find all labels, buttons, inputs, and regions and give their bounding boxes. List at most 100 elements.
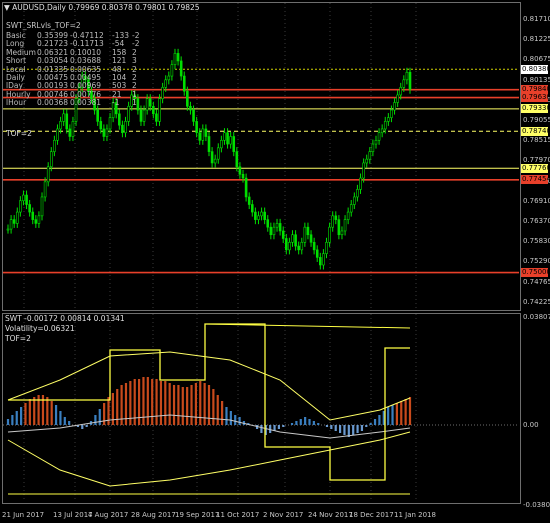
candle-body xyxy=(356,189,359,198)
price-tick-label: 0.75830 xyxy=(523,237,550,246)
candle-body xyxy=(108,117,112,130)
candle-body xyxy=(380,128,384,134)
levels-table: Basic 0.35399 -0.47112 -133 -2 Long 0.21723 -0.… xyxy=(6,31,142,108)
candle-body xyxy=(288,241,291,251)
time-tick-label: 21 Jun 2017 xyxy=(2,511,45,519)
candle-body xyxy=(328,226,331,243)
candle-body xyxy=(405,71,409,81)
candle-body xyxy=(46,166,50,183)
candle-body xyxy=(247,196,251,205)
candle-body xyxy=(204,128,208,137)
candle-body xyxy=(25,194,28,205)
candle-body xyxy=(393,102,396,111)
candle-body xyxy=(294,234,297,247)
candle-body xyxy=(325,241,328,254)
candle-body xyxy=(9,219,13,230)
price-level-box: 0.78740 xyxy=(521,126,550,136)
candle-body xyxy=(306,226,310,236)
candle-body xyxy=(198,132,202,141)
candle-body xyxy=(40,196,44,217)
levels-cell-d: 1 xyxy=(132,98,137,108)
candle-body xyxy=(223,132,226,141)
time-tick-label: 28 Aug 2017 xyxy=(131,511,176,519)
candle-body xyxy=(396,94,399,103)
time-tick-label: 13 Jul 2017 xyxy=(53,511,93,519)
candle-body xyxy=(127,105,130,122)
candle-body xyxy=(232,136,236,152)
candle-body xyxy=(374,139,378,145)
levels-cell-a: 0.00368 xyxy=(37,98,69,108)
price-tick-label: 0.79055 xyxy=(523,116,550,124)
candle-body xyxy=(195,121,198,134)
oscillator-band-lower xyxy=(7,431,411,487)
candle-body xyxy=(275,223,279,228)
candle-body xyxy=(207,136,211,152)
candle-body xyxy=(65,113,69,130)
candle-body xyxy=(161,87,164,100)
price-tick-label: 0.76910 xyxy=(523,196,550,205)
candle-body xyxy=(241,173,245,179)
candle-body xyxy=(59,121,62,130)
price-level-box: 0.79330 xyxy=(521,104,550,114)
candle-body xyxy=(62,113,65,122)
price-level-box: 0.77760 xyxy=(521,163,550,173)
candle-body xyxy=(408,71,412,90)
oscillator-title: SWT -0.00172 0.00814 0.01341 xyxy=(5,314,125,323)
indicator-title: SWT_SRLvls_TOF=2 xyxy=(6,21,81,30)
price-tick-label: 0.75290 xyxy=(523,257,550,266)
time-tick-label: 2 Nov 2017 xyxy=(263,511,304,519)
candle-body xyxy=(192,109,195,122)
price-tick-label: 0.74765 xyxy=(523,277,550,286)
collapse-icon[interactable]: ▼ xyxy=(4,3,10,12)
candle-body xyxy=(155,113,158,122)
time-tick-label: 18 Dec 2017 xyxy=(349,511,394,519)
candle-body xyxy=(340,230,344,236)
candle-body xyxy=(300,241,304,251)
oscillator-tick-label: -0.03807 xyxy=(523,501,550,509)
candle-body xyxy=(28,204,31,213)
candle-body xyxy=(37,215,41,224)
candle-body xyxy=(266,219,270,228)
price-tick-label: 0.81710 xyxy=(523,15,550,23)
candle-body xyxy=(235,151,239,168)
candle-body xyxy=(315,249,319,258)
price-tick-label: 0.74225 xyxy=(523,297,550,306)
time-tick-label: 4 Aug 2017 xyxy=(88,511,129,519)
candle-body xyxy=(250,204,254,213)
candle-body xyxy=(96,109,99,122)
candle-body xyxy=(399,87,403,96)
candle-body xyxy=(371,143,375,152)
candle-body xyxy=(173,53,177,66)
candle-body xyxy=(263,211,266,220)
time-tick-label: 24 Nov 2017 xyxy=(308,511,353,519)
oscillator-tick-label: 0.00 xyxy=(523,421,539,429)
levels-cell-b: 0.00381 xyxy=(70,98,102,108)
candle-body xyxy=(229,136,232,145)
candle-body xyxy=(170,64,174,77)
candle-body xyxy=(390,109,393,118)
candle-body xyxy=(368,151,372,160)
candle-body xyxy=(176,53,180,62)
price-tick-label: 0.81225 xyxy=(523,35,550,44)
candle-body xyxy=(139,109,143,122)
candle-body xyxy=(309,234,313,243)
candle-body xyxy=(226,132,229,145)
candle-body xyxy=(353,196,356,205)
price-level-box: 0.80380 xyxy=(521,64,550,74)
candle-body xyxy=(244,177,248,198)
candle-body xyxy=(337,219,341,236)
candle-body xyxy=(53,139,56,152)
candle-body xyxy=(312,241,316,251)
candle-body xyxy=(189,105,192,111)
price-tick-label: 0.80135 xyxy=(523,75,550,84)
candle-body xyxy=(118,113,121,126)
candle-body xyxy=(365,158,369,164)
oscillator-tof: TOF=2 xyxy=(5,334,31,343)
price-level-box: 0.77454 xyxy=(521,175,550,185)
candle-body xyxy=(377,132,381,141)
candle-body xyxy=(359,177,362,190)
candle-body xyxy=(402,79,406,88)
candle-body xyxy=(291,234,294,243)
candle-body xyxy=(12,219,16,224)
candle-body xyxy=(216,147,220,160)
